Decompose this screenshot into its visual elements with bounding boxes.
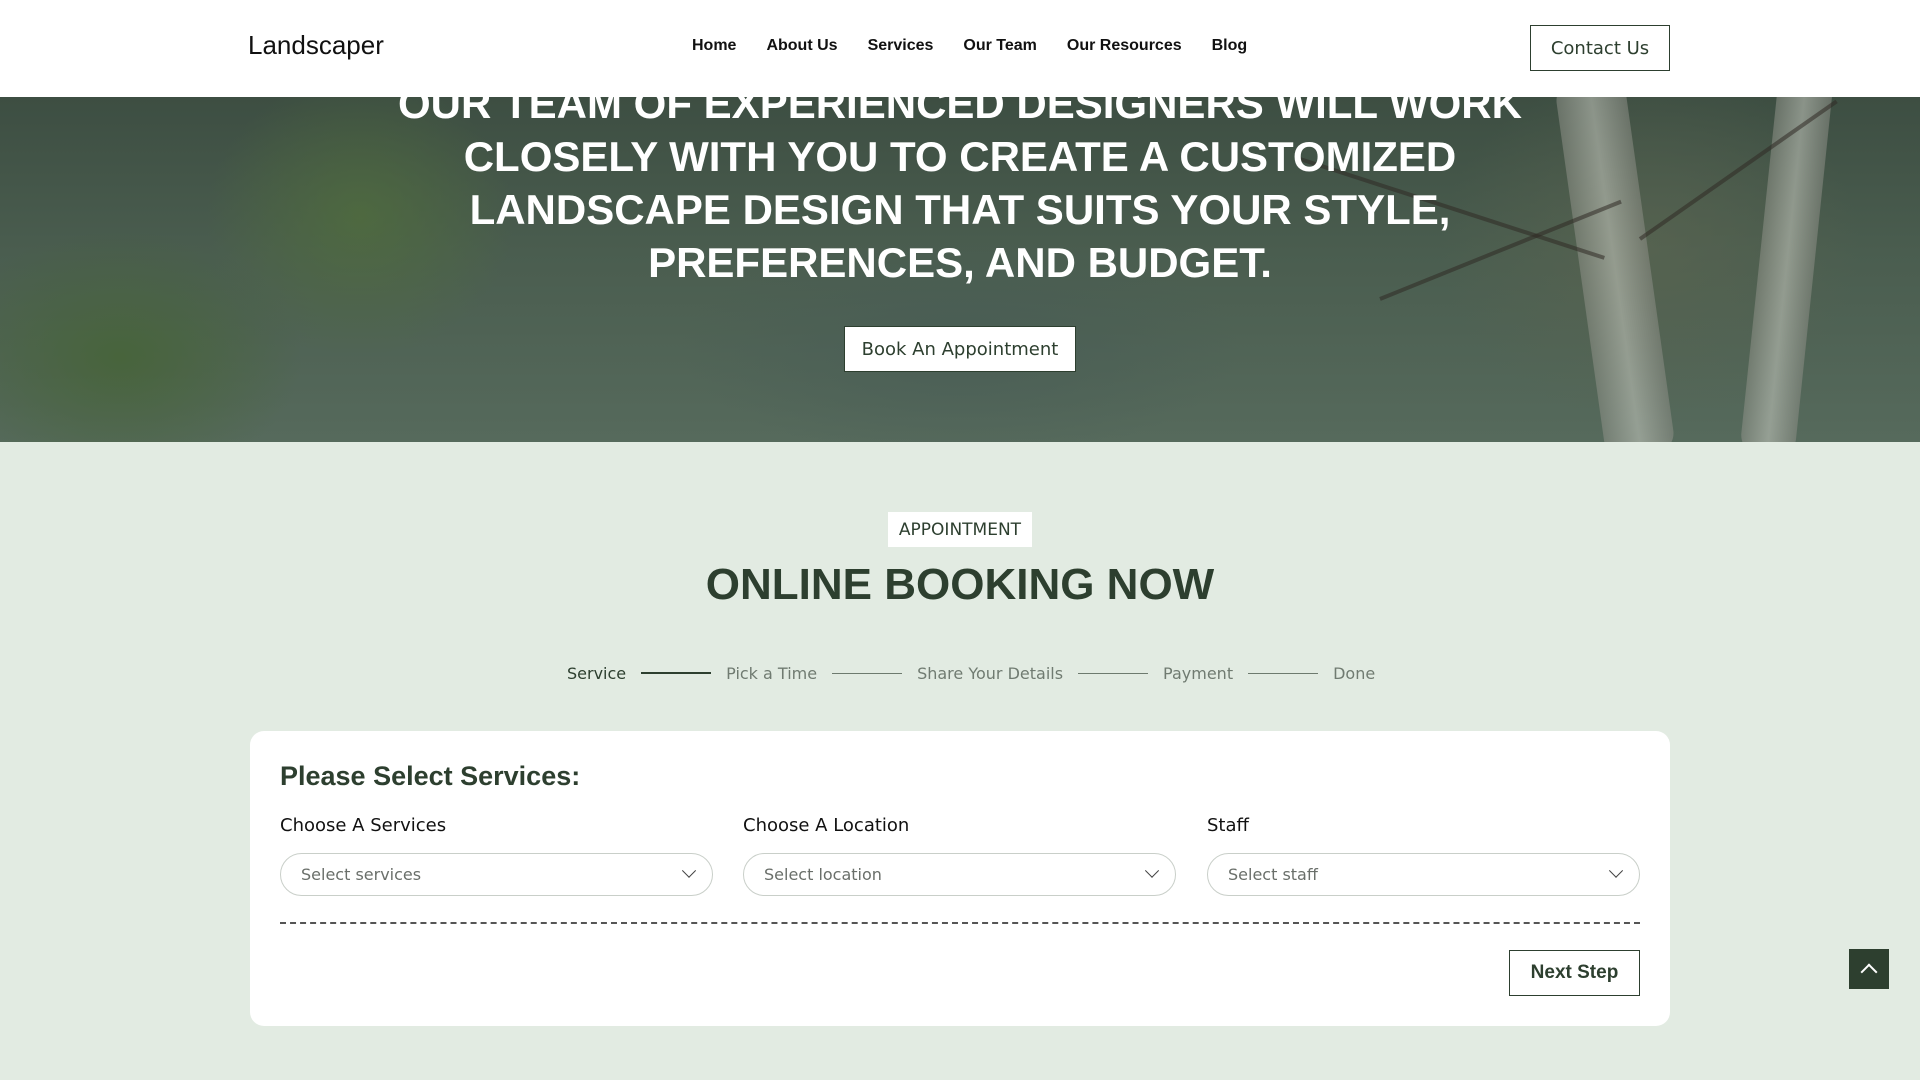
staff-select-value: Select staff	[1228, 865, 1318, 884]
book-appointment-button[interactable]: Book An Appointment	[844, 326, 1076, 372]
location-field: Choose A Location Select location	[743, 815, 1176, 896]
chevron-down-icon	[1144, 863, 1160, 878]
nav-services[interactable]: Services	[868, 37, 934, 55]
step-done: Done	[1333, 663, 1376, 683]
contact-us-button[interactable]: Contact Us	[1530, 25, 1670, 71]
step-share-details: Share Your Details	[917, 663, 1064, 683]
staff-label: Staff	[1207, 815, 1249, 836]
nav-our-resources[interactable]: Our Resources	[1067, 37, 1182, 55]
hero-background-tree	[1739, 97, 1836, 442]
chevron-down-icon	[681, 863, 697, 878]
section-eyebrow: APPOINTMENT	[888, 512, 1032, 547]
hero-banner: Our team of experienced designers will w…	[0, 97, 1920, 442]
step-service: Service	[567, 663, 627, 683]
main-nav: Home About Us Services Our Team Our Reso…	[692, 37, 1277, 55]
staff-field: Staff Select staff	[1207, 815, 1640, 896]
chevron-up-icon	[1860, 963, 1878, 981]
location-label: Choose A Location	[743, 815, 910, 836]
hero-background-tree	[1553, 97, 1677, 442]
form-divider	[280, 922, 1640, 924]
step-connector	[1078, 672, 1149, 674]
next-step-button[interactable]: Next Step	[1509, 950, 1640, 996]
step-payment: Payment	[1163, 663, 1234, 683]
site-header: Landscaper Home About Us Services Our Te…	[0, 0, 1920, 97]
booking-steps: Service Pick a Time Share Your Details P…	[567, 661, 1375, 685]
step-connector	[641, 672, 712, 674]
back-to-top-button[interactable]	[1849, 949, 1889, 989]
location-select-value: Select location	[764, 865, 882, 884]
nav-our-team[interactable]: Our Team	[963, 37, 1037, 55]
form-title: Please Select Services:	[280, 761, 581, 791]
hero-headline: Our team of experienced designers will w…	[398, 97, 1522, 286]
step-connector	[832, 672, 903, 674]
services-label: Choose A Services	[280, 815, 447, 836]
step-pick-a-time: Pick a Time	[726, 663, 818, 683]
brand-logo[interactable]: Landscaper	[248, 30, 384, 61]
staff-select[interactable]: Select staff	[1207, 853, 1640, 896]
services-field: Choose A Services Select services	[280, 815, 713, 896]
nav-blog[interactable]: Blog	[1212, 37, 1248, 55]
nav-home[interactable]: Home	[692, 37, 736, 55]
nav-about-us[interactable]: About Us	[766, 37, 837, 55]
location-select[interactable]: Select location	[743, 853, 1176, 896]
chevron-down-icon	[1608, 863, 1624, 878]
section-title: ONLINE BOOKING NOW	[705, 560, 1215, 609]
services-select-value: Select services	[301, 865, 422, 884]
booking-form-card: Please Select Services: Choose A Service…	[250, 731, 1670, 1026]
step-connector	[1248, 672, 1319, 674]
services-select[interactable]: Select services	[280, 853, 713, 896]
